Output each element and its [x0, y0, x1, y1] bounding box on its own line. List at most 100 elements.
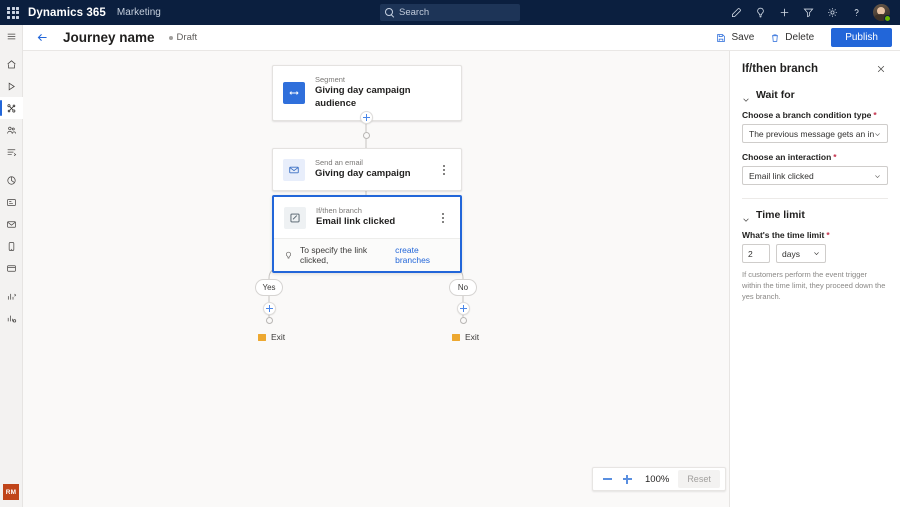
- add-step-button-no[interactable]: [457, 302, 470, 315]
- create-branches-link[interactable]: create branches: [395, 245, 450, 265]
- time-limit-helper-text: If customers perform the event trigger w…: [742, 270, 886, 301]
- command-bar-actions: Save Delete Publish: [709, 28, 892, 47]
- section-time-limit-header[interactable]: Time limit: [742, 209, 888, 222]
- node-branch-tip: To specify the link clicked, create bran…: [274, 238, 460, 272]
- section-wait-for-header[interactable]: Wait for: [742, 89, 888, 102]
- connector-dot-1: [363, 132, 370, 139]
- field-branch-condition-type-label: Choose a branch condition type *: [742, 110, 877, 120]
- panel-divider: [742, 198, 888, 199]
- envelope-icon: [283, 158, 305, 181]
- field-branch-condition-type: Choose a branch condition type * The prev…: [742, 110, 888, 143]
- search-placeholder: Search: [399, 7, 430, 18]
- journey-designer-app: Dynamics 365 Marketing Search RM Journey…: [0, 0, 900, 507]
- node-branch-more-icon[interactable]: [436, 209, 450, 227]
- add-step-button-1[interactable]: [360, 111, 373, 124]
- node-if-then-branch[interactable]: If/then branch Email link clicked To spe…: [272, 195, 462, 274]
- branch-condition-type-value: The previous message gets an interaction: [749, 128, 874, 139]
- app-launcher-icon[interactable]: [0, 0, 26, 25]
- panel-header: If/then branch: [730, 51, 900, 86]
- sidebar-item-reports[interactable]: [0, 285, 23, 307]
- sidebar-item-flows[interactable]: [0, 141, 23, 163]
- required-marker: *: [873, 110, 877, 120]
- brand-name[interactable]: Dynamics 365: [28, 7, 106, 19]
- status-dot-icon: [168, 35, 173, 40]
- add-step-button-yes[interactable]: [263, 302, 276, 315]
- sidebar-item-home[interactable]: [0, 53, 23, 75]
- segment-icon: [283, 82, 305, 104]
- journey-canvas[interactable]: Segment Giving day campaign audience Sen…: [23, 51, 729, 507]
- sidebar-item-recent[interactable]: [0, 75, 23, 97]
- required-marker: *: [833, 152, 837, 162]
- filter-icon[interactable]: [796, 0, 820, 25]
- panel-title: If/then branch: [742, 63, 819, 75]
- sidebar-item-journeys[interactable]: [0, 97, 23, 119]
- sidebar-item-mobile[interactable]: [0, 235, 23, 257]
- time-limit-amount-input[interactable]: 2: [742, 244, 770, 263]
- search-input[interactable]: Search: [380, 4, 520, 21]
- gear-icon[interactable]: [820, 0, 844, 25]
- time-limit-unit-value: days: [782, 248, 800, 259]
- sidebar-item-pages[interactable]: [0, 257, 23, 279]
- node-email-text: Send an email Giving day campaign: [315, 158, 437, 181]
- interaction-value: Email link clicked: [749, 170, 814, 181]
- exit-marker-no: Exit: [452, 332, 479, 342]
- sidebar-item-report-settings[interactable]: [0, 307, 23, 329]
- plus-icon[interactable]: [772, 0, 796, 25]
- sidebar-item-forms[interactable]: [0, 191, 23, 213]
- exit-marker-yes: Exit: [258, 332, 285, 342]
- chevron-down-icon: [813, 249, 820, 259]
- node-branch-text: If/then branch Email link clicked: [316, 206, 436, 229]
- time-limit-row: 2 days: [742, 244, 888, 263]
- lightbulb-tip-icon: [284, 251, 293, 260]
- search-icon: [385, 8, 394, 17]
- avatar[interactable]: [868, 0, 894, 25]
- sidebar-item-analytics[interactable]: [0, 169, 23, 191]
- publish-button[interactable]: Publish: [831, 28, 892, 47]
- node-email-title: Giving day campaign: [315, 168, 411, 180]
- node-email-kicker: Send an email: [315, 158, 363, 167]
- close-icon[interactable]: [874, 62, 888, 76]
- flag-icon: [452, 333, 460, 341]
- time-limit-unit-dropdown[interactable]: days: [776, 244, 826, 263]
- journey-flow: Segment Giving day campaign audience Sen…: [23, 51, 729, 507]
- lightbulb-icon[interactable]: [748, 0, 772, 25]
- sidebar-item-segments[interactable]: [0, 119, 23, 141]
- chevron-down-icon: [874, 172, 881, 179]
- zoom-in-button[interactable]: [618, 470, 636, 488]
- node-segment-kicker: Segment: [315, 75, 346, 84]
- status-badge: Draft: [168, 32, 197, 43]
- sidebar-item-emails[interactable]: [0, 213, 23, 235]
- suite-actions: [724, 0, 894, 25]
- chevron-down-icon: [874, 130, 881, 137]
- interaction-dropdown[interactable]: Email link clicked: [742, 166, 888, 185]
- delete-button[interactable]: Delete: [763, 29, 821, 46]
- chevron-down-icon: [742, 211, 750, 222]
- field-interaction-label: Choose an interaction *: [742, 152, 837, 162]
- branch-condition-type-dropdown[interactable]: The previous message gets an interaction: [742, 124, 888, 143]
- node-email-more-icon[interactable]: [437, 161, 451, 179]
- delete-label: Delete: [785, 32, 815, 43]
- connector-dot-yes: [266, 317, 273, 324]
- zoom-reset-button[interactable]: Reset: [678, 470, 720, 488]
- save-button[interactable]: Save: [709, 29, 761, 46]
- panel-body: Wait for Choose a branch condition type *…: [730, 89, 900, 303]
- help-icon[interactable]: [844, 0, 868, 25]
- field-interaction: Choose an interaction * Email link clicke…: [742, 152, 888, 185]
- node-branch-title: Email link clicked: [316, 216, 396, 228]
- branch-pill-yes[interactable]: Yes: [255, 279, 283, 296]
- zoom-out-button[interactable]: [598, 470, 616, 488]
- back-button[interactable]: [29, 25, 55, 51]
- exit-label-yes: Exit: [271, 332, 286, 342]
- command-bar: Journey name Draft Save Delete Publish: [23, 25, 900, 51]
- app-name[interactable]: Marketing: [117, 7, 161, 18]
- hamburger-menu-icon[interactable]: [0, 25, 23, 47]
- connector-dot-no: [460, 317, 467, 324]
- presence-badge: [884, 15, 891, 22]
- edit-icon[interactable]: [724, 0, 748, 25]
- branch-pill-no[interactable]: No: [449, 279, 477, 296]
- environment-badge[interactable]: RM: [3, 484, 19, 500]
- time-limit-amount-value: 2: [748, 248, 753, 259]
- node-send-email[interactable]: Send an email Giving day campaign: [272, 148, 462, 192]
- branch-pill-no-label: No: [457, 283, 469, 292]
- node-branch-kicker: If/then branch: [316, 206, 362, 215]
